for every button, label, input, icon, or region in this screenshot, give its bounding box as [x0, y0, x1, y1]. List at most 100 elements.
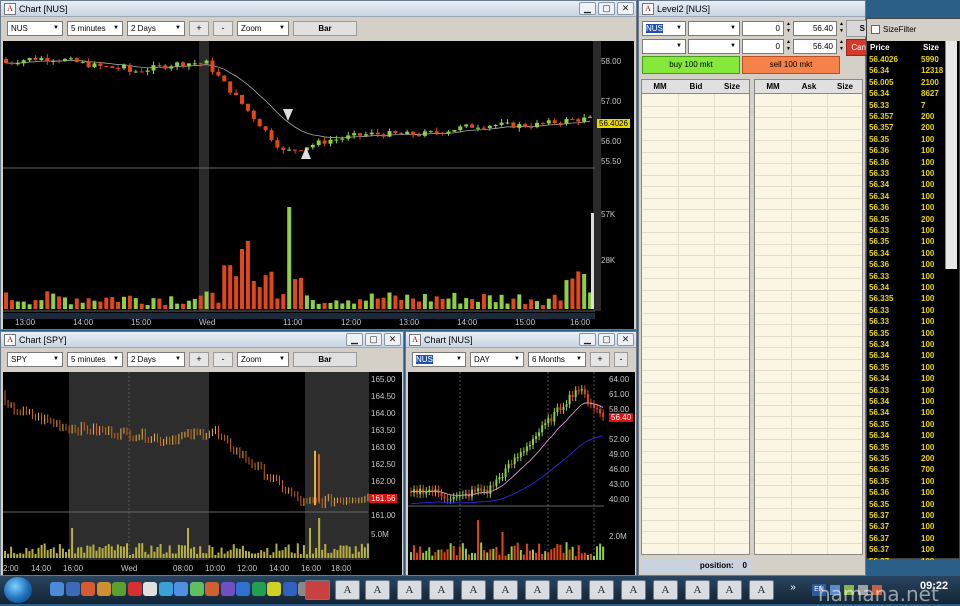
- trading-window-button[interactable]: A: [685, 580, 710, 600]
- nus-intraday-chart[interactable]: 58.00 57.00 56.00 55.50 56.4026 57K 28K …: [3, 41, 634, 329]
- trading-window-button[interactable]: A: [717, 580, 742, 600]
- zoom-out-button[interactable]: -: [213, 20, 233, 36]
- ts-scrollbar[interactable]: [945, 41, 957, 269]
- trading-window-button[interactable]: A: [429, 580, 454, 600]
- buy-market-button[interactable]: buy 100 mkt: [642, 56, 740, 74]
- level2-titlebar[interactable]: A Level2 [NUS]: [639, 1, 865, 17]
- zoom-in-button[interactable]: +: [189, 351, 209, 367]
- nus-daily-chart[interactable]: 64.00 61.00 58.00 52.00 49.00 46.00 43.0…: [408, 372, 635, 575]
- volume-tick: 28K: [601, 256, 616, 265]
- zoom-in-button[interactable]: +: [590, 351, 610, 367]
- price-spinner-icon[interactable]: ▲ ▼: [838, 21, 845, 36]
- trading-window-button[interactable]: A: [557, 580, 582, 600]
- volume-bar: [83, 552, 86, 558]
- quick-launch-icon[interactable]: [236, 582, 250, 596]
- maximize-button[interactable]: ▢: [598, 333, 615, 346]
- qty-spinner-icon[interactable]: ▲ ▼: [785, 39, 792, 54]
- chevron-right-icon[interactable]: »: [784, 582, 802, 598]
- symbol-select-2[interactable]: ▼: [642, 39, 686, 54]
- volume-bar: [333, 548, 336, 558]
- send-button[interactable]: S: [846, 20, 868, 37]
- zoom-out-button[interactable]: -: [213, 351, 233, 367]
- route-select[interactable]: ▼: [688, 21, 740, 36]
- symbol-select[interactable]: SPY ▼: [7, 351, 63, 367]
- minimize-button[interactable]: ▁: [579, 333, 596, 346]
- nus-chart-titlebar[interactable]: A Chart [NUS] ▁ ▢ ✕: [1, 1, 636, 17]
- quick-launch-icon[interactable]: [220, 582, 235, 596]
- bar-type-button[interactable]: Bar: [293, 351, 357, 367]
- quick-launch-icon[interactable]: [282, 582, 297, 596]
- maximize-button[interactable]: ▢: [598, 2, 615, 15]
- trading-window-button[interactable]: A: [749, 580, 774, 600]
- quick-launch-icon[interactable]: [112, 582, 126, 596]
- trading-window-button[interactable]: A: [589, 580, 614, 600]
- spy-chart-titlebar[interactable]: A Chart [SPY] ▁ ▢ ✕: [1, 332, 403, 348]
- trading-window-button[interactable]: A: [335, 580, 360, 600]
- sell-market-button[interactable]: sell 100 mkt: [742, 56, 840, 74]
- price-spinner-icon[interactable]: ▲ ▼: [838, 39, 845, 54]
- start-button[interactable]: [4, 577, 32, 603]
- interval-select[interactable]: DAY ▼: [470, 351, 524, 367]
- zoom-out-button[interactable]: -: [614, 351, 628, 367]
- trading-window-button[interactable]: A: [653, 580, 678, 600]
- time-tick: 18:00: [331, 564, 352, 573]
- nus-daily-titlebar[interactable]: A Chart [NUS] ▁ ▢ ✕: [406, 332, 636, 348]
- quick-launch-icon[interactable]: [189, 582, 204, 596]
- trading-window-button[interactable]: A: [365, 580, 390, 600]
- minimize-button[interactable]: ▁: [579, 2, 596, 15]
- price-field-2[interactable]: 56.40: [793, 39, 837, 54]
- quick-launch-icon[interactable]: [205, 582, 219, 596]
- quick-launch-icon[interactable]: [50, 582, 64, 596]
- interval-select[interactable]: 5 minutes ▼: [67, 20, 123, 36]
- range-select[interactable]: 2 Days ▼: [127, 20, 185, 36]
- close-button[interactable]: ✕: [617, 2, 634, 15]
- trades-list[interactable]: 56.4026 5990 56.34 12318 56.005 2100 56.34 8627…: [867, 55, 945, 560]
- interval-select[interactable]: 5 minutes ▼: [67, 351, 123, 367]
- candle-body: [21, 60, 26, 64]
- quick-launch-icon[interactable]: [127, 582, 142, 596]
- bar-type-button[interactable]: Bar: [293, 20, 357, 36]
- trading-window-button[interactable]: A: [525, 580, 550, 600]
- maximize-button[interactable]: ▢: [365, 333, 382, 346]
- range-select[interactable]: 6 Months ▼: [528, 351, 586, 367]
- trading-window-button[interactable]: A: [397, 580, 422, 600]
- volume-bar: [171, 553, 174, 558]
- volume-bar: [544, 551, 547, 560]
- sizefilter-checkbox[interactable]: [871, 25, 880, 34]
- symbol-select[interactable]: NUS ▼: [642, 21, 686, 36]
- quick-launch-icon[interactable]: [96, 582, 111, 596]
- close-button[interactable]: ✕: [384, 333, 401, 346]
- quantity-field-2[interactable]: 0: [742, 39, 784, 54]
- close-button[interactable]: ✕: [617, 333, 634, 346]
- range-select[interactable]: 2 Days ▼: [127, 351, 185, 367]
- quick-launch-icon[interactable]: [158, 582, 173, 596]
- trade-size: 100: [921, 533, 935, 543]
- grid-line: [642, 531, 749, 532]
- zoom-select[interactable]: Zoom ▼: [237, 351, 289, 367]
- spy-intraday-chart[interactable]: 165.00 164.50 164.00 163.50 163.00 162.5…: [3, 372, 402, 575]
- qty-spinner-icon[interactable]: ▲ ▼: [785, 21, 792, 36]
- quick-launch-icon[interactable]: [143, 582, 157, 596]
- minimize-button[interactable]: ▁: [346, 333, 363, 346]
- price-field-1[interactable]: 56.40: [793, 21, 837, 36]
- quick-launch-icon[interactable]: [174, 582, 188, 596]
- zoom-in-button[interactable]: +: [189, 20, 209, 36]
- trading-window-button[interactable]: A: [621, 580, 646, 600]
- volume-bar: [552, 294, 557, 309]
- quick-launch-icon[interactable]: [81, 582, 95, 596]
- trading-window-button[interactable]: A: [493, 580, 518, 600]
- quick-launch-icon[interactable]: [267, 582, 281, 596]
- bid-book[interactable]: MM Bid Size: [641, 79, 750, 555]
- quick-launch-icon[interactable]: [251, 582, 266, 596]
- zoom-select[interactable]: Zoom ▼: [237, 20, 289, 36]
- route-select-2[interactable]: ▼: [688, 39, 740, 54]
- volume-bar: [71, 528, 74, 558]
- quick-launch-icon[interactable]: [65, 582, 80, 596]
- symbol-select[interactable]: NUS ▼: [412, 351, 466, 367]
- cancel-button[interactable]: Can: [846, 39, 868, 56]
- trading-window-button[interactable]: A: [461, 580, 486, 600]
- ask-book[interactable]: MM Ask Size: [754, 79, 863, 555]
- chart-app-button[interactable]: [305, 580, 330, 600]
- quantity-field-1[interactable]: 0: [742, 21, 784, 36]
- symbol-select[interactable]: NUS ▼: [7, 20, 63, 36]
